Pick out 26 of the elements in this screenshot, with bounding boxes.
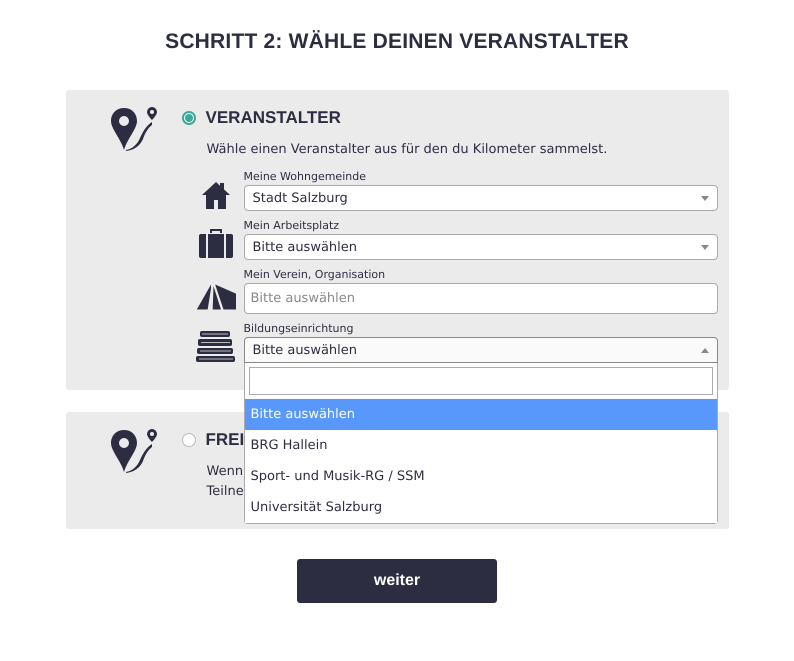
option-description: Teilne [206,483,244,501]
select-field[interactable]: Stadt Salzburg [244,185,718,211]
search-field[interactable] [248,367,712,395]
page-heading: SCHRITT 2: WÄHLE DEINEN VERANSTALTER [165,30,629,54]
field-label: Mein Arbeitsplatz [244,219,340,233]
next-button[interactable]: weiter [297,559,497,603]
caret-icon [700,348,708,352]
input-field[interactable]: Bitte auswählen [244,283,718,314]
option-description: Wähle einen Veranstalter aus für den du Kilometer sammelst. [206,141,608,159]
radio-button[interactable] [182,111,196,125]
suitcase-icon [198,227,234,259]
field-label: Bildungseinrichtung [244,322,354,336]
caret-icon [700,196,708,200]
select-field[interactable]: Bitte auswählen [244,337,718,363]
select-field[interactable]: Bitte auswählen [244,234,718,260]
map-pin-route-icon [110,428,160,474]
field-label: Meine Wohngemeinde [244,170,367,184]
house-icon [200,180,230,210]
option-description: Wenn [206,463,244,481]
option-title: FREI [206,430,244,450]
radio-button[interactable] [182,433,196,447]
caret-icon [700,244,708,250]
option-title: VERANSTALTER [206,108,341,128]
books-icon [196,330,236,362]
field-label: Mein Verein, Organisation [244,268,386,282]
map-pin-route-icon [110,106,160,152]
